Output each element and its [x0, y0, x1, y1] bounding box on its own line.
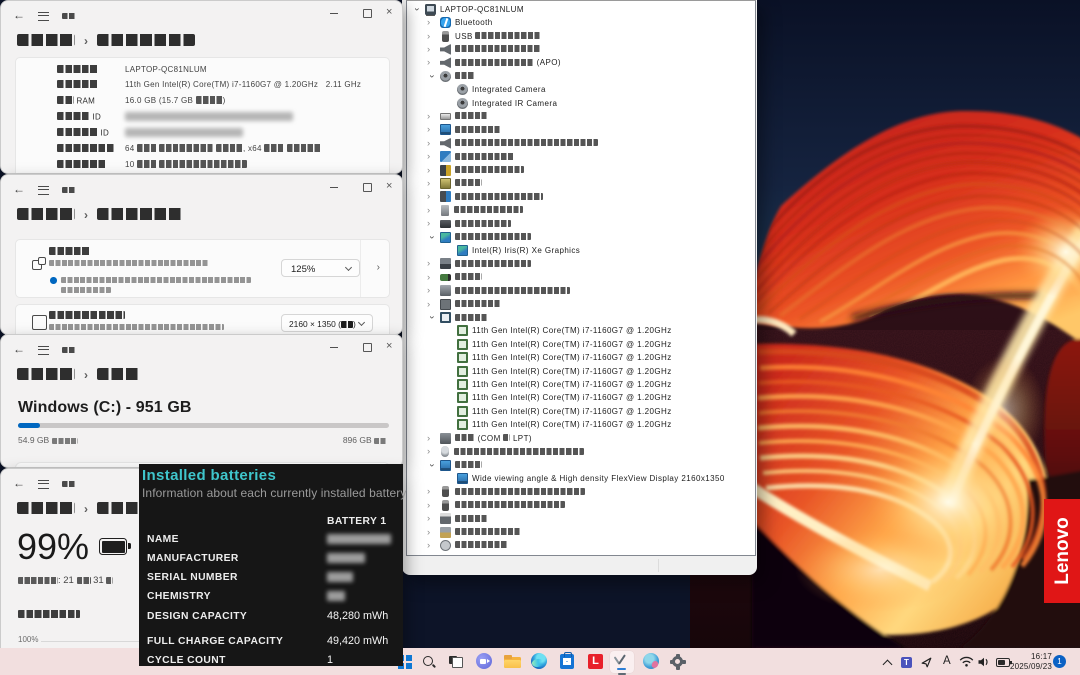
- svg-text:Lenovo: Lenovo: [1052, 517, 1073, 585]
